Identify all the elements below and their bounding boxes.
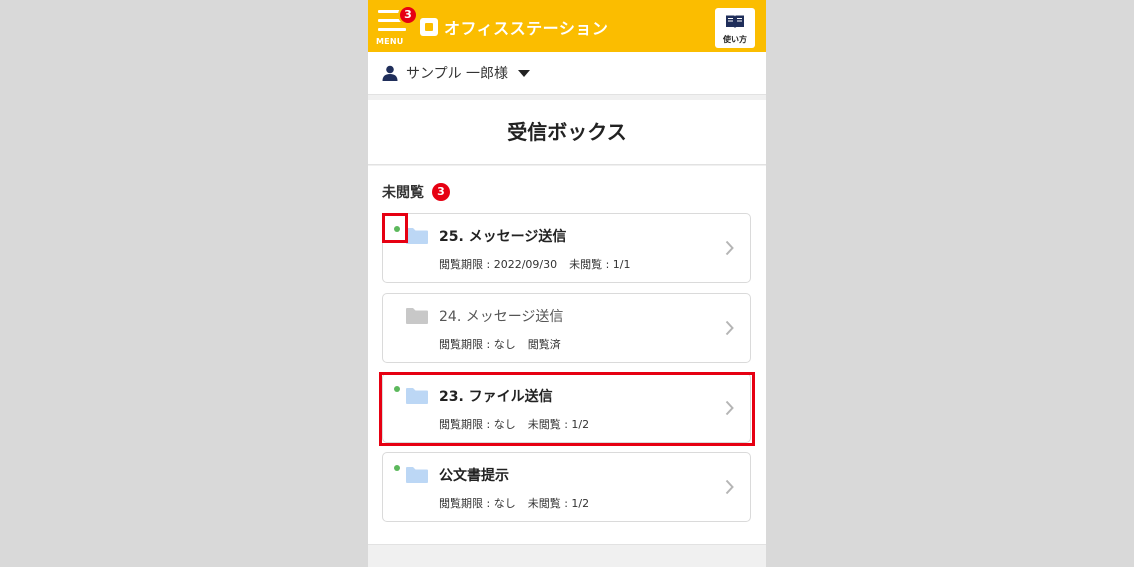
menu-label: MENU (376, 37, 404, 46)
item-deadline: 閲覧期限 : なし (439, 418, 516, 431)
help-button[interactable]: 使い方 (715, 8, 755, 48)
item-status: 未閲覧 : 1/1 (569, 258, 631, 271)
inbox-item[interactable]: 公文書提示 閲覧期限 : なし 未閲覧 : 1/2 (382, 452, 751, 522)
user-icon (382, 65, 398, 81)
unread-dot-icon (394, 465, 400, 471)
caret-down-icon (518, 69, 531, 77)
phone-screen: MENU 3 オフィスステーション 使い方 サンプル 一郎様 受信ボックス 未閲… (368, 0, 766, 567)
hamburger-icon-bar (378, 28, 406, 31)
page-title-bar: 受信ボックス (368, 100, 766, 165)
unread-dot-icon (394, 386, 400, 392)
folder-icon (406, 388, 428, 404)
user-switcher[interactable]: サンプル 一郎様 (368, 52, 766, 95)
inbox-item[interactable]: 23. ファイル送信 閲覧期限 : なし 未閲覧 : 1/2 (382, 373, 751, 443)
chevron-right-icon (725, 400, 734, 416)
app-logo[interactable]: オフィスステーション (420, 16, 608, 38)
folder-icon (406, 308, 428, 324)
menu-button[interactable]: MENU 3 (376, 5, 418, 48)
item-status: 閲覧済 (527, 338, 561, 351)
unread-dot-icon (394, 226, 400, 232)
chevron-right-icon (725, 320, 734, 336)
inbox-list: 未閲覧 3 25. メッセージ送信 閲覧期限 : 2022/09/30 未閲覧 :… (368, 166, 766, 545)
item-status: 未閲覧 : 1/2 (527, 418, 590, 431)
item-deadline: 閲覧期限 : 2022/09/30 (439, 258, 558, 271)
section-unread-header: 未閲覧 3 (382, 182, 450, 202)
item-meta: 閲覧期限 : なし 未閲覧 : 1/2 (439, 495, 589, 511)
app-header: MENU 3 オフィスステーション 使い方 (368, 0, 766, 52)
folder-icon (406, 467, 428, 483)
item-meta: 閲覧期限 : なし 未閲覧 : 1/2 (439, 416, 589, 432)
page-footer-space (368, 546, 766, 567)
page-title: 受信ボックス (507, 120, 627, 144)
inbox-item[interactable]: 24. メッセージ送信 閲覧期限 : なし 閲覧済 (382, 293, 751, 363)
user-name: サンプル 一郎様 (406, 66, 509, 82)
item-meta: 閲覧期限 : 2022/09/30 未閲覧 : 1/1 (439, 256, 631, 272)
item-status: 未閲覧 : 1/2 (527, 497, 590, 510)
item-title: 24. メッセージ送信 (439, 309, 564, 325)
unread-count-badge: 3 (432, 183, 450, 201)
inbox-item[interactable]: 25. メッセージ送信 閲覧期限 : 2022/09/30 未閲覧 : 1/1 (382, 213, 751, 283)
menu-badge: 3 (398, 5, 418, 25)
book-icon (726, 15, 744, 28)
item-deadline: 閲覧期限 : なし (439, 497, 516, 510)
help-label: 使い方 (723, 35, 747, 44)
logo-mark-icon (420, 18, 438, 36)
item-deadline: 閲覧期限 : なし (439, 338, 516, 351)
section-label: 未閲覧 (382, 185, 424, 201)
chevron-right-icon (725, 240, 734, 256)
item-title: 23. ファイル送信 (439, 389, 553, 405)
item-meta: 閲覧期限 : なし 閲覧済 (439, 336, 561, 352)
item-title: 25. メッセージ送信 (439, 229, 567, 245)
item-title: 公文書提示 (439, 468, 509, 484)
app-name: オフィスステーション (444, 19, 609, 38)
folder-icon (406, 228, 428, 244)
chevron-right-icon (725, 479, 734, 495)
